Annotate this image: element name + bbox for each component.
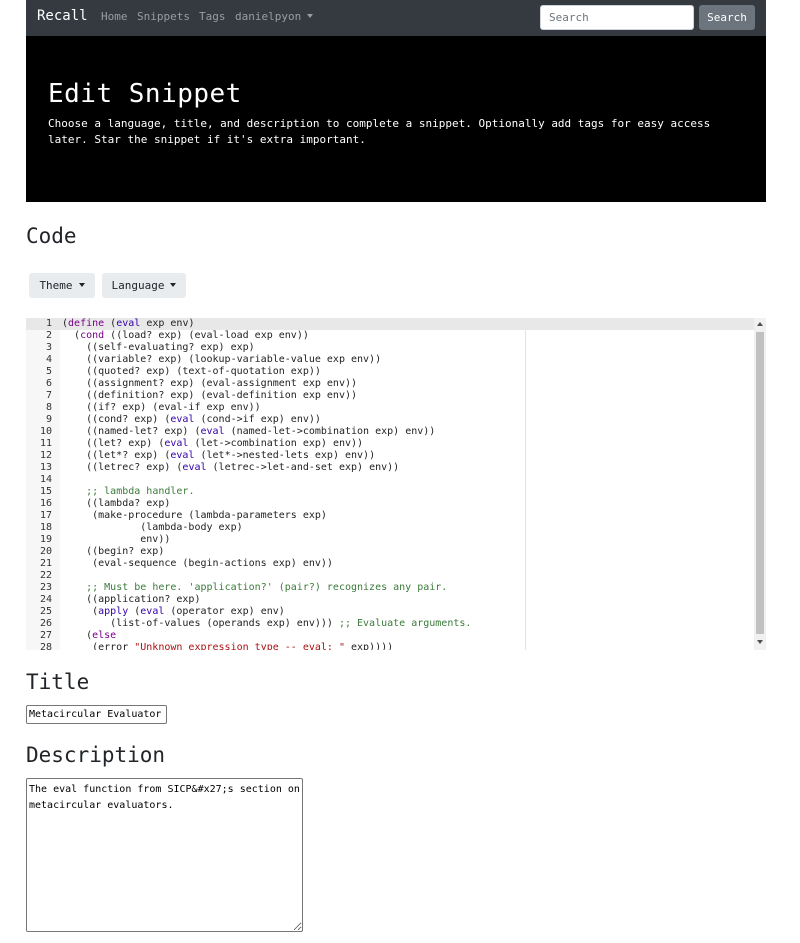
line-number: 7: [45, 390, 52, 401]
line-number: 1: [45, 318, 52, 329]
code-text: ((variable? exp) (lookup-variable-value …: [62, 354, 382, 365]
user-name: danielpyon: [235, 10, 302, 23]
code-text: ((let? exp) (eval (let->combination exp)…: [62, 438, 364, 449]
title-heading: Title: [26, 670, 90, 694]
line-number: 28: [39, 642, 52, 650]
line-number: 15: [39, 486, 52, 497]
line-number: 26: [39, 618, 52, 629]
user-dropdown[interactable]: danielpyon: [235, 10, 314, 23]
scrollbar-thumb[interactable]: [756, 332, 764, 634]
line-number: 25: [39, 606, 52, 617]
search-input[interactable]: [540, 5, 694, 30]
code-heading: Code: [26, 224, 77, 248]
description-heading: Description: [26, 743, 166, 767]
caret-down-icon: [170, 283, 177, 287]
line-number: 17: [39, 510, 52, 521]
code-text: (error "Unknown expression type -- eval:…: [62, 642, 394, 650]
code-text: (list-of-values (operands exp) env))) ;;…: [62, 618, 472, 629]
code-text: (apply (eval (operator exp) env): [62, 606, 285, 617]
line-number: 23: [39, 582, 52, 593]
description-field[interactable]: The eval function from SICP&#x27;s secti…: [26, 778, 303, 932]
nav-link-home[interactable]: Home: [101, 10, 128, 23]
editor-scrollbar[interactable]: [754, 318, 766, 650]
code-line: 1 (define (eval exp env): [26, 318, 754, 330]
code-text: ((assignment? exp) (eval-assignment exp …: [62, 378, 358, 389]
code-text: (else: [62, 630, 117, 641]
line-number: 5: [45, 366, 52, 377]
code-text: (cond ((load? exp) (eval-load exp env)): [62, 330, 309, 341]
code-text: ((lambda? exp): [62, 498, 171, 509]
code-text: (make-procedure (lambda-parameters exp): [62, 510, 327, 521]
line-number: 20: [39, 546, 52, 557]
code-text: ((if? exp) (eval-if exp env)): [62, 402, 261, 413]
line-number: 4: [45, 354, 52, 365]
code-text: (define (eval exp env): [62, 318, 195, 329]
code-text: ((named-let? exp) (eval (named-let->comb…: [62, 426, 436, 437]
code-text: ((application? exp): [62, 594, 201, 605]
caret-down-icon: [307, 14, 314, 18]
page-lead: Choose a language, title, and descriptio…: [48, 117, 711, 146]
code-text: (eval-sequence (begin-actions exp) env)): [62, 558, 333, 569]
brand-logo[interactable]: Recall: [37, 8, 88, 24]
line-number: 12: [39, 450, 52, 461]
language-label: Language: [111, 279, 165, 292]
page-header: Edit Snippet Choose a language, title, a…: [26, 36, 766, 202]
scroll-down-arrow-icon[interactable]: [757, 640, 763, 644]
nav-link-tags[interactable]: Tags: [199, 10, 226, 23]
code-text: ;; lambda handler.: [86, 486, 195, 497]
scroll-up-arrow-icon[interactable]: [757, 322, 763, 326]
line-number: 18: [39, 522, 52, 533]
line-number: 16: [39, 498, 52, 509]
code-text: ((let*? exp) (eval (let*->nested-lets ex…: [62, 450, 376, 461]
line-number: 21: [39, 558, 52, 569]
line-number: 13: [39, 462, 52, 473]
code-text: ;; Must be here. 'application?' (pair?) …: [86, 582, 448, 593]
nav-link-snippets[interactable]: Snippets: [137, 10, 190, 23]
language-dropdown-button[interactable]: Language: [102, 273, 186, 298]
code-text: ((cond? exp) (eval (cond->if exp) env)): [62, 414, 321, 425]
line-number: 22: [39, 570, 52, 581]
code-text: ((quoted? exp) (text-of-quotation exp)): [62, 366, 321, 377]
code-text: env)): [62, 534, 171, 545]
code-text: ((begin? exp): [62, 546, 165, 557]
search-button[interactable]: Search: [699, 5, 755, 30]
code-text: ((definition? exp) (eval-definition exp …: [62, 390, 358, 401]
line-number: 2: [45, 330, 52, 341]
code-text: ((self-evaluating? exp) exp): [62, 342, 255, 353]
line-number: 10: [39, 426, 52, 437]
theme-dropdown-button[interactable]: Theme: [29, 273, 95, 298]
line-number: 11: [39, 438, 52, 449]
code-text: ((letrec? exp) (eval (letrec->let-and-se…: [62, 462, 400, 473]
line-number: 6: [45, 378, 52, 389]
code-editor[interactable]: 1 (define (eval exp env) 2 (cond ((load? e…: [26, 318, 766, 650]
title-field[interactable]: [26, 705, 167, 724]
page-title: Edit Snippet: [48, 79, 242, 109]
line-number: 9: [45, 414, 52, 425]
line-number: 27: [39, 630, 52, 641]
code-text: (lambda-body exp): [62, 522, 243, 533]
line-number: 14: [39, 474, 52, 485]
caret-down-icon: [78, 283, 85, 287]
line-number: 24: [39, 594, 52, 605]
line-number: 8: [45, 402, 52, 413]
line-number: 19: [39, 534, 52, 545]
print-margin: [525, 318, 526, 650]
line-number: 3: [45, 342, 52, 353]
navbar: Recall Home Snippets Tags danielpyon Sea…: [26, 0, 766, 36]
theme-label: Theme: [39, 279, 73, 292]
